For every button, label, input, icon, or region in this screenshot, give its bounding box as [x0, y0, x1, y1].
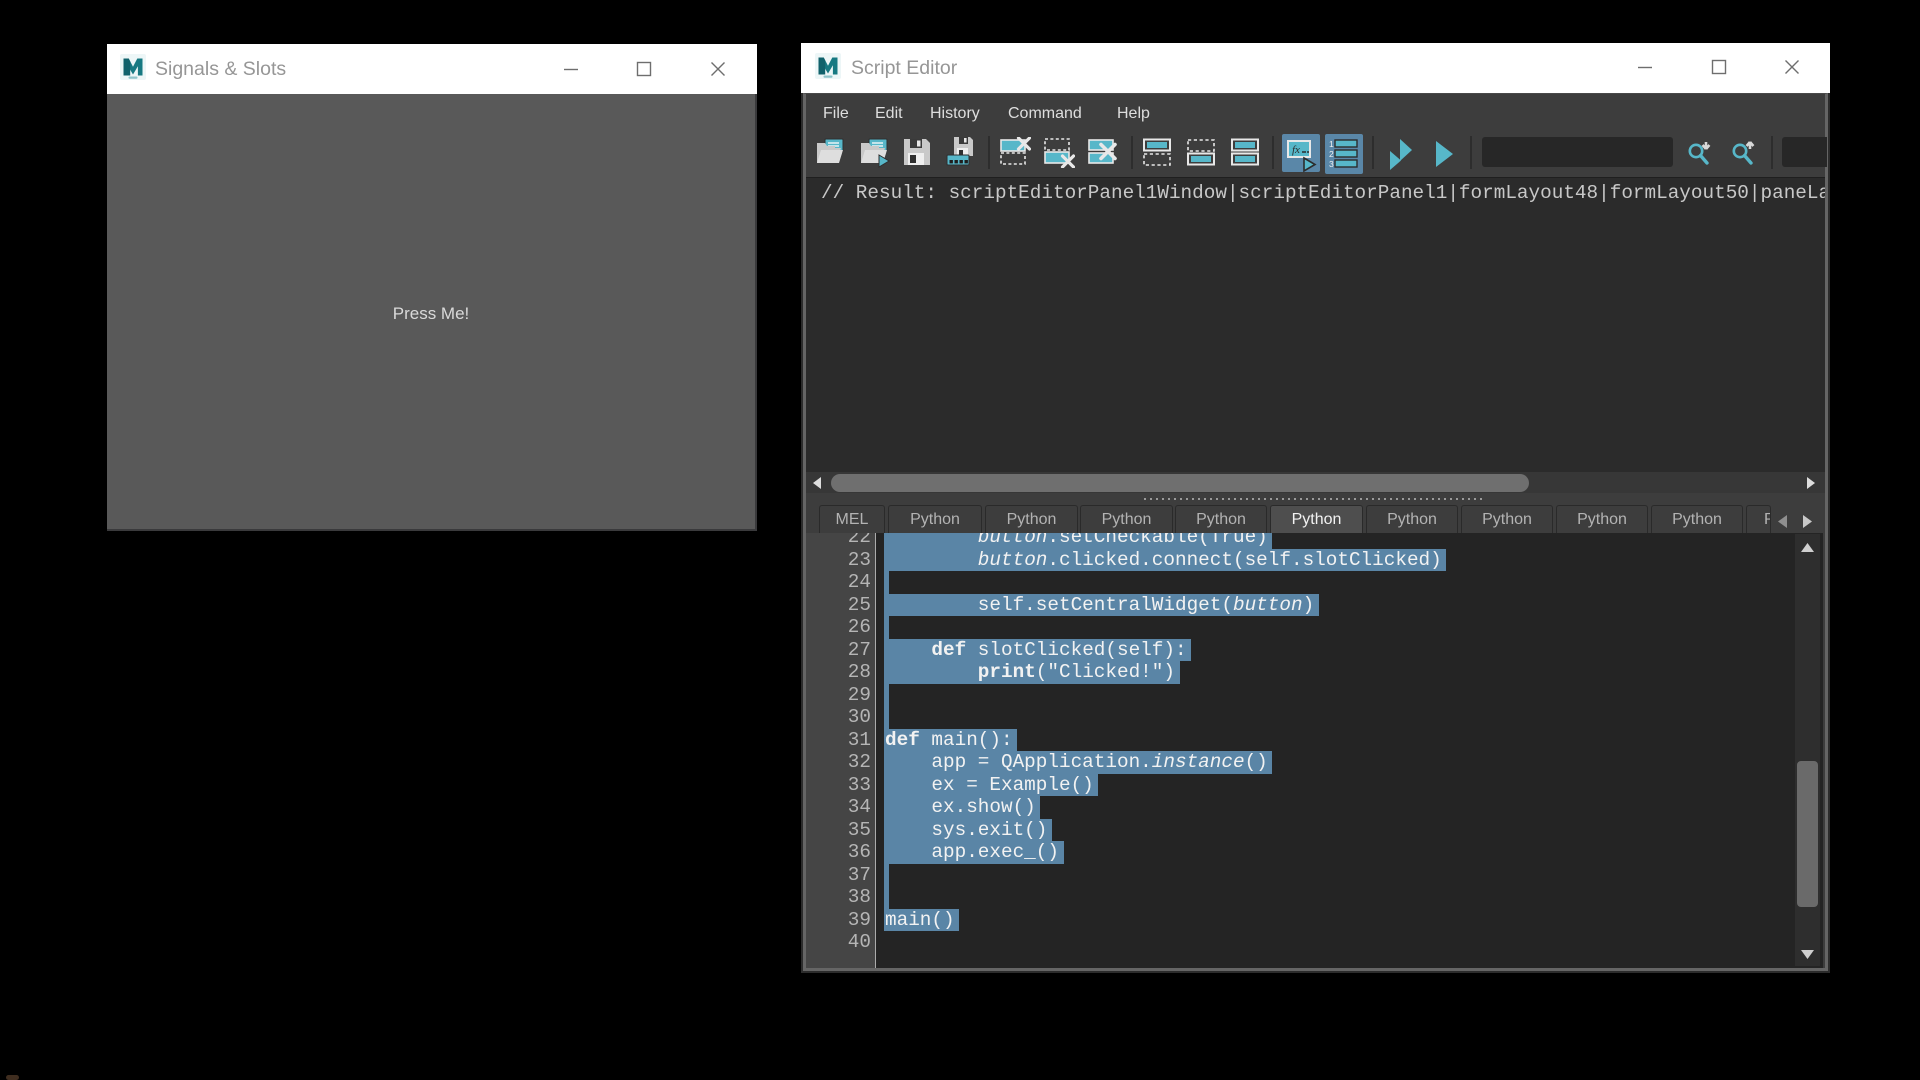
svg-text:2: 2 [1329, 149, 1334, 159]
svg-text:3: 3 [1329, 159, 1334, 169]
svg-text:1: 1 [1329, 139, 1334, 149]
svg-text:fx: fx [1292, 144, 1300, 156]
